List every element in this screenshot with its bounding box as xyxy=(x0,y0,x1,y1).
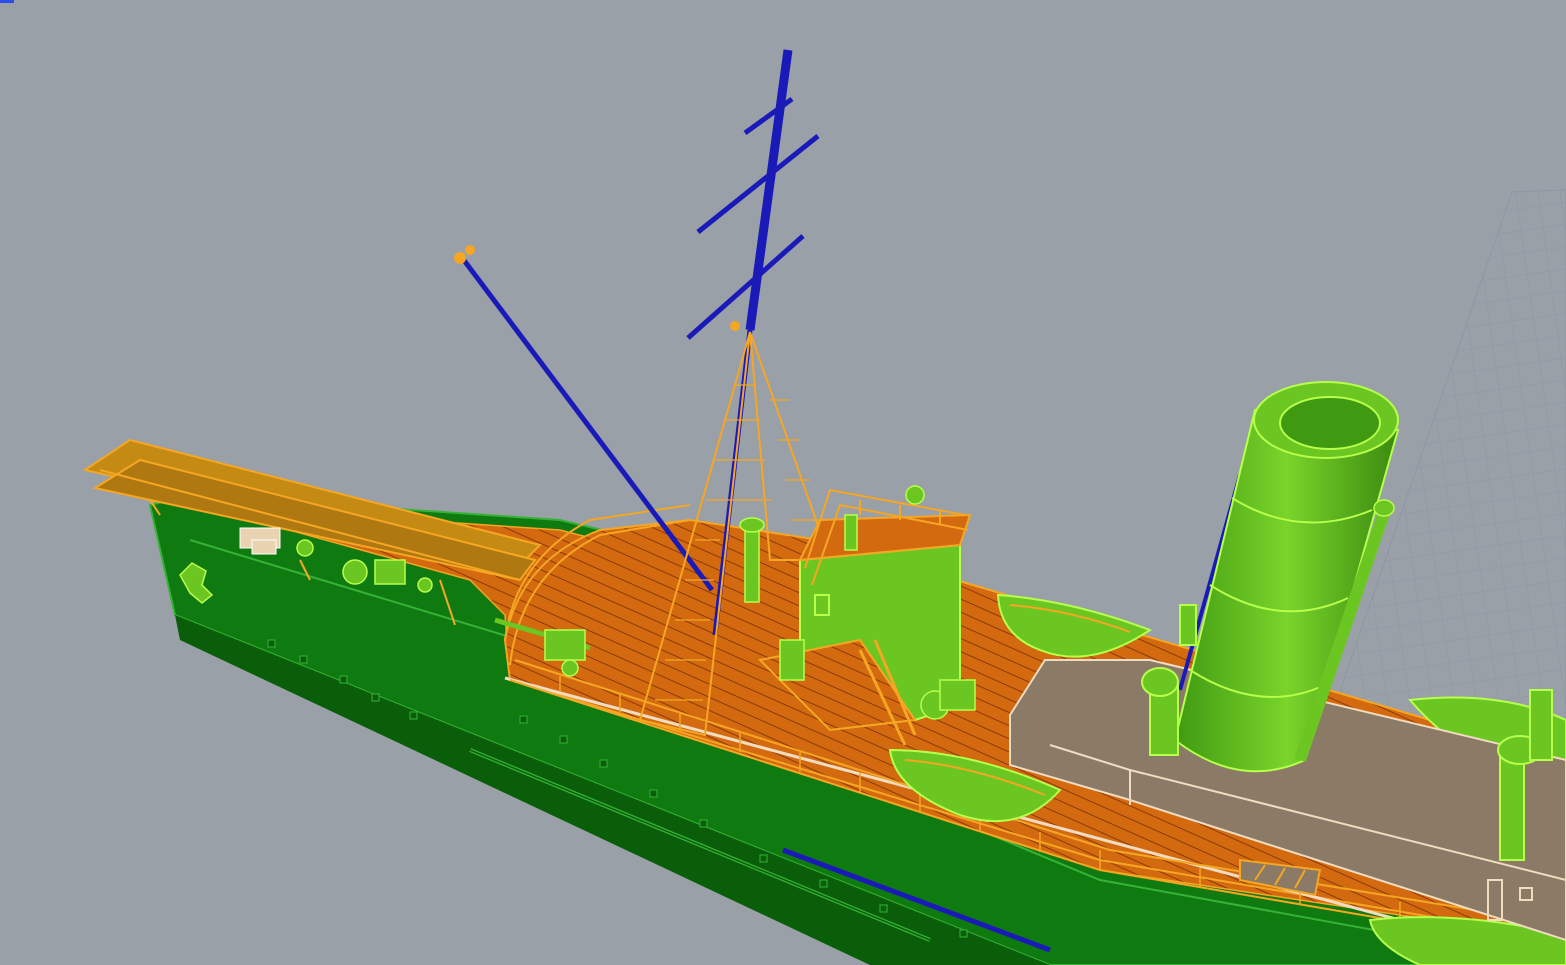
ship-model-render[interactable] xyxy=(0,0,1566,965)
mast-yard-lower xyxy=(686,234,805,340)
mast-yard-top xyxy=(743,96,794,136)
3d-viewport[interactable] xyxy=(0,0,1566,965)
mast-yard-middle xyxy=(696,134,820,234)
